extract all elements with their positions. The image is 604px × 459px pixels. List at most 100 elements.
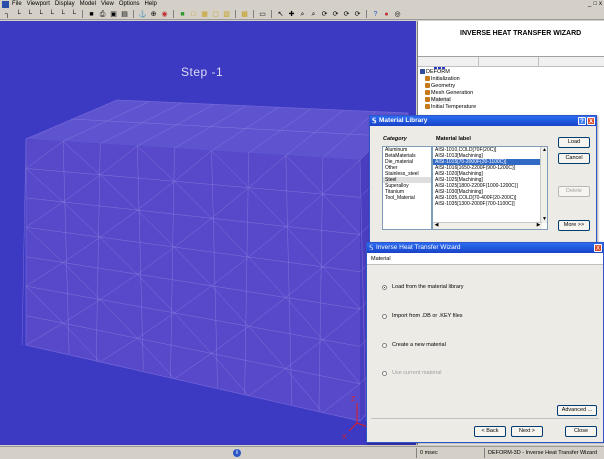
ihtw-close-button[interactable]: X bbox=[594, 244, 602, 252]
viewport-3d[interactable]: Z X Step -1 bbox=[0, 21, 416, 445]
status-app: DEFORM-3D - Inverse Heat Transfer Wizard bbox=[484, 448, 604, 458]
help-icon[interactable]: ? bbox=[371, 10, 380, 19]
option-use-current: Use current material bbox=[382, 370, 442, 376]
menu-viewport[interactable]: Viewport bbox=[27, 0, 50, 9]
advanced-button[interactable]: Advanced ... bbox=[557, 405, 597, 416]
menu-view[interactable]: View bbox=[101, 0, 114, 9]
rotate-free-icon[interactable]: ⟳ bbox=[353, 10, 362, 19]
material-library-titlebar[interactable]: 𝕊 Material Library ? X bbox=[370, 116, 596, 126]
help-button[interactable]: ? bbox=[578, 117, 586, 125]
scroll-up-icon[interactable]: ▲ bbox=[541, 147, 547, 154]
category-item[interactable]: Tool_Material bbox=[383, 195, 431, 201]
category-list[interactable]: Aluminum BetaMaterials Die_material Other St… bbox=[382, 146, 432, 230]
outline-icon[interactable]: ▢ bbox=[211, 10, 220, 19]
step-label: Step -1 bbox=[181, 65, 224, 79]
tree-item[interactable]: Initial Temperature bbox=[420, 104, 603, 111]
material-list[interactable]: AISI-1010,COLD[70F(20C)] AISI-1013[Machin… bbox=[432, 146, 548, 230]
zoom-icon[interactable]: ⌕ bbox=[298, 10, 307, 19]
material-horizontal-scrollbar[interactable]: ◀ ▶ bbox=[433, 222, 542, 229]
rotate-x-icon[interactable]: ⟳ bbox=[320, 10, 329, 19]
rotate-z-icon[interactable]: ⟳ bbox=[342, 10, 351, 19]
material-item[interactable]: AISI-1035[1300-2000F(700-1100C)] bbox=[433, 201, 547, 207]
view-zx-icon[interactable]: └ bbox=[25, 10, 34, 19]
cancel-button[interactable]: Cancel bbox=[558, 153, 590, 164]
menu-model[interactable]: Model bbox=[80, 0, 96, 9]
rotate-icon[interactable]: ◉ bbox=[160, 10, 169, 19]
info-icon: i bbox=[233, 449, 241, 457]
app-icon[interactable] bbox=[2, 1, 9, 8]
tree-item[interactable]: Mesh Generation bbox=[420, 90, 603, 97]
deform-app-window: File Viewport Display Model View Options… bbox=[0, 0, 604, 459]
tree-header-cell bbox=[538, 57, 546, 67]
view-iso1-icon[interactable]: └ bbox=[36, 10, 45, 19]
tree-item-label: Initialization bbox=[431, 76, 460, 82]
option-create-new[interactable]: Create a new material bbox=[382, 342, 446, 348]
view-iso3-icon[interactable]: └ bbox=[58, 10, 67, 19]
radio-import-file[interactable] bbox=[382, 313, 387, 319]
axis-x-line bbox=[348, 422, 358, 432]
wire-icon[interactable]: □ bbox=[189, 10, 198, 19]
grid-icon[interactable]: ▩ bbox=[240, 10, 249, 19]
toolbar-separator bbox=[253, 10, 254, 18]
node-icon bbox=[425, 90, 430, 96]
shade-icon[interactable]: ■ bbox=[178, 10, 187, 19]
material-library-title: Material Library bbox=[379, 117, 428, 124]
menu-display[interactable]: Display bbox=[55, 0, 75, 9]
copy-window-icon[interactable]: ▤ bbox=[120, 10, 129, 19]
minimize-button[interactable]: _ bbox=[588, 0, 591, 9]
view-iso2-icon[interactable]: └ bbox=[47, 10, 56, 19]
load-button[interactable]: Load bbox=[558, 137, 590, 148]
more-button[interactable]: More >> bbox=[558, 220, 590, 231]
tree-item[interactable]: Geometry bbox=[420, 83, 603, 90]
record-icon[interactable]: ● bbox=[382, 10, 391, 19]
scroll-left-icon[interactable]: ◀ bbox=[433, 222, 440, 229]
material-vertical-scrollbar[interactable]: ▲ ▼ bbox=[540, 147, 547, 223]
select-icon[interactable]: ↖ bbox=[276, 10, 285, 19]
view-yz-icon[interactable]: └ bbox=[14, 10, 23, 19]
pan-icon[interactable]: ✚ bbox=[287, 10, 296, 19]
copy-image-icon[interactable]: ▣ bbox=[109, 10, 118, 19]
window-controls: _ □ x bbox=[588, 0, 602, 9]
toolbar-separator bbox=[173, 10, 174, 18]
menu-help[interactable]: Help bbox=[145, 0, 157, 9]
close-button[interactable]: X bbox=[587, 117, 595, 125]
save-icon[interactable]: ■ bbox=[87, 10, 96, 19]
toolbar-separator bbox=[271, 10, 272, 18]
menu-file[interactable]: File bbox=[12, 0, 22, 9]
measure-icon[interactable]: ⚓ bbox=[138, 10, 147, 19]
mesh-icon[interactable]: ▦ bbox=[200, 10, 209, 19]
tree-item[interactable]: DEFORM bbox=[420, 69, 603, 76]
scroll-right-icon[interactable]: ▶ bbox=[535, 222, 542, 229]
ihtw-titlebar[interactable]: 𝕊 Inverse Heat Transfer Wizard X bbox=[367, 243, 603, 253]
mesh-block[interactable]: Z X bbox=[0, 21, 416, 445]
rotate-y-icon[interactable]: ⟳ bbox=[331, 10, 340, 19]
next-button[interactable]: Next > bbox=[511, 426, 543, 437]
option-load-library[interactable]: Load from the material library bbox=[382, 284, 464, 290]
delete-button[interactable]: Delete bbox=[558, 186, 590, 197]
menu-options[interactable]: Options bbox=[119, 0, 140, 9]
view-iso4-icon[interactable]: └ bbox=[69, 10, 78, 19]
tree-item[interactable]: Material bbox=[420, 97, 603, 104]
menu-bar: File Viewport Display Model View Options… bbox=[0, 0, 604, 9]
target-icon[interactable]: ◎ bbox=[393, 10, 402, 19]
axis-icon[interactable]: ⊕ bbox=[149, 10, 158, 19]
restore-button[interactable]: □ bbox=[593, 0, 597, 9]
option-import-file[interactable]: Import from .DB or .KEY files bbox=[382, 313, 463, 319]
scroll-down-icon[interactable]: ▼ bbox=[541, 216, 547, 223]
pointer-icon[interactable]: ▭ bbox=[258, 10, 267, 19]
wizard-progress-bar bbox=[426, 43, 511, 69]
tree-item[interactable]: Initialization bbox=[420, 76, 603, 83]
status-bar: i 0 msec DEFORM-3D - Inverse Heat Transf… bbox=[0, 446, 604, 459]
zoom-box-icon[interactable]: ⌕ bbox=[309, 10, 318, 19]
edge-icon[interactable]: ▧ bbox=[222, 10, 231, 19]
tree-item-label: Geometry bbox=[431, 83, 456, 89]
close-window-button[interactable]: x bbox=[599, 0, 602, 9]
view-xy-icon[interactable]: ┐ bbox=[3, 10, 12, 19]
radio-create-new[interactable] bbox=[382, 342, 387, 348]
toolbar-separator bbox=[133, 10, 134, 18]
back-button[interactable]: < Back bbox=[474, 426, 506, 437]
print-icon[interactable]: ⎙ bbox=[98, 10, 107, 19]
radio-load-library[interactable] bbox=[382, 284, 387, 290]
object-tree[interactable]: DEFORM Initialization Geometry Mesh Generat… bbox=[420, 69, 603, 111]
close-dialog-button[interactable]: Close bbox=[565, 426, 597, 437]
